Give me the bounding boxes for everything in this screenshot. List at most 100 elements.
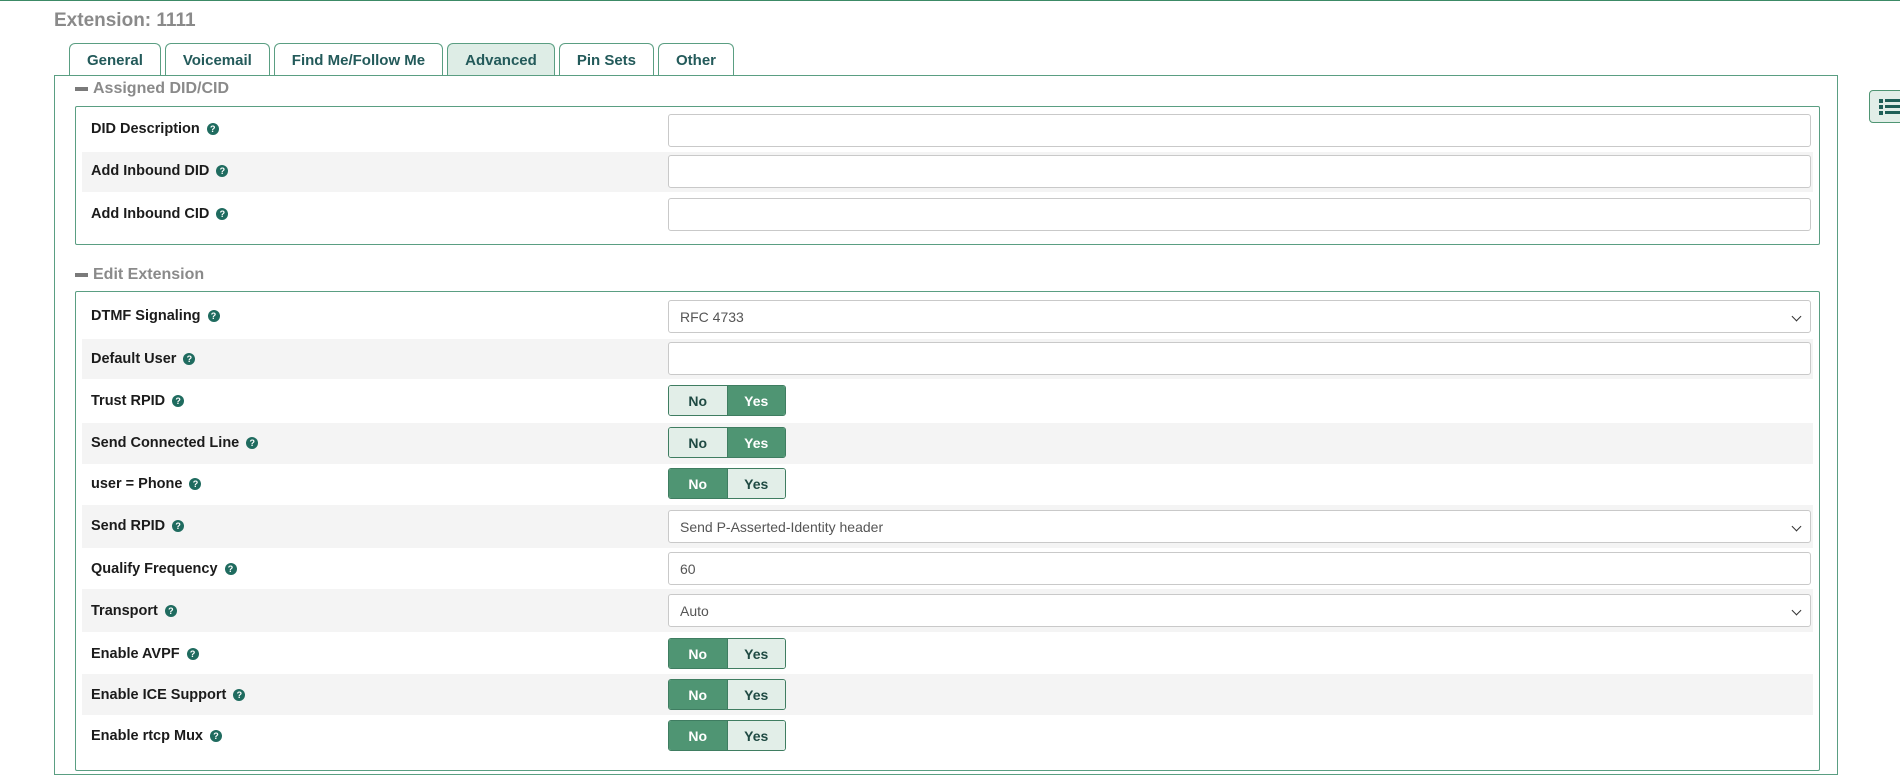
help-icon[interactable]: ? [216, 165, 229, 177]
field-label: DTMF Signaling ? [91, 308, 220, 324]
select-value: Send P-Asserted-Identity header [680, 518, 884, 535]
select-value: Auto [680, 602, 709, 619]
send-connected-line-toggle: No Yes [668, 427, 786, 458]
field-label: Send RPID ? [91, 518, 185, 534]
add-inbound-did-input[interactable] [668, 155, 1811, 188]
form-row: DTMF Signaling ? RFC 4733 [82, 296, 1813, 336]
send-rpid-select[interactable]: Send P-Asserted-Identity header [668, 510, 1811, 543]
enable-rtcp-mux-yes[interactable]: Yes [726, 721, 785, 750]
help-icon[interactable]: ? [246, 437, 259, 449]
floating-list-button[interactable] [1869, 90, 1900, 123]
label-text: Qualify Frequency [91, 561, 218, 577]
form-row: Enable AVPF ? No Yes [82, 632, 1813, 674]
tab-pin-sets[interactable]: Pin Sets [558, 43, 655, 76]
label-text: DTMF Signaling [91, 308, 201, 324]
help-icon[interactable]: ? [233, 689, 246, 701]
default-user-input[interactable] [668, 342, 1811, 375]
field-label: Transport ? [91, 603, 177, 619]
collapse-icon [75, 273, 88, 277]
help-icon[interactable]: ? [206, 123, 219, 135]
label-text: DID Description [91, 121, 200, 137]
label-text: user = Phone [91, 476, 183, 492]
label-text: Add Inbound CID [91, 206, 210, 222]
add-inbound-cid-input[interactable] [668, 198, 1811, 231]
field-label: Trust RPID ? [91, 393, 185, 409]
enable-avpf-yes[interactable]: Yes [726, 639, 785, 668]
send-connected-line-no[interactable]: No [669, 428, 727, 457]
enable-rtcp-mux-toggle: No Yes [668, 720, 786, 751]
help-icon[interactable]: ? [186, 648, 199, 660]
user-phone-no[interactable]: No [669, 469, 727, 498]
form-row: Add Inbound CID ? [82, 195, 1813, 235]
label-text: Send RPID [91, 518, 166, 534]
form-row: Enable ICE Support ? No Yes [82, 674, 1813, 715]
field-label: Default User ? [91, 351, 196, 367]
label-text: Default User [91, 351, 177, 367]
field-label: Enable AVPF ? [91, 646, 199, 662]
field-label: DID Description ? [91, 121, 219, 137]
form-row: Add Inbound DID ? [82, 152, 1813, 192]
trust-rpid-no[interactable]: No [669, 386, 727, 415]
user-phone-toggle: No Yes [668, 468, 786, 499]
enable-ice-toggle: No Yes [668, 679, 786, 710]
user-phone-yes[interactable]: Yes [726, 469, 785, 498]
tab-advanced[interactable]: Advanced [447, 43, 555, 76]
section-edit-extension: DTMF Signaling ? RFC 4733 Default User ?… [75, 291, 1820, 771]
field-label: Enable ICE Support ? [91, 687, 246, 703]
list-icon [1879, 98, 1900, 115]
help-icon[interactable]: ? [183, 353, 196, 365]
label-text: Add Inbound DID [91, 163, 210, 179]
form-row: Qualify Frequency ? 60 [82, 548, 1813, 589]
section-title: Edit Extension [93, 266, 205, 283]
tab-general[interactable]: General [69, 43, 161, 76]
enable-avpf-no[interactable]: No [669, 639, 727, 668]
page-title: Extension: 1111 [54, 10, 196, 31]
form-row: Send Connected Line ? No Yes [82, 423, 1813, 464]
help-icon[interactable]: ? [216, 208, 229, 220]
dtmf-signaling-select[interactable]: RFC 4733 [668, 300, 1811, 333]
form-row: Enable rtcp Mux ? No Yes [82, 715, 1813, 757]
help-icon[interactable]: ? [207, 310, 220, 322]
form-row: Default User ? [82, 339, 1813, 379]
top-border [0, 0, 1900, 1]
tab-other[interactable]: Other [658, 43, 735, 76]
did-description-input[interactable] [668, 114, 1811, 147]
help-icon[interactable]: ? [164, 605, 177, 617]
form-row: Send RPID ? Send P-Asserted-Identity hea… [82, 505, 1813, 548]
section-assigned-did: DID Description ? Add Inbound DID ? Add … [75, 106, 1820, 245]
label-text: Transport [91, 603, 158, 619]
help-icon[interactable]: ? [172, 520, 185, 532]
trust-rpid-yes[interactable]: Yes [726, 386, 785, 415]
help-icon[interactable]: ? [210, 730, 222, 742]
collapse-icon [75, 87, 88, 91]
help-icon[interactable]: ? [224, 563, 237, 575]
field-label: Enable rtcp Mux ? [91, 728, 222, 744]
help-icon[interactable]: ? [189, 478, 202, 490]
field-label: Add Inbound DID ? [91, 163, 229, 179]
send-connected-line-yes[interactable]: Yes [726, 428, 785, 457]
tab-bar: General Voicemail Find Me/Follow Me Adva… [69, 43, 735, 76]
enable-rtcp-mux-no[interactable]: No [669, 721, 727, 750]
help-icon[interactable]: ? [172, 395, 185, 407]
form-row: DID Description ? [82, 111, 1813, 149]
transport-select[interactable]: Auto [668, 594, 1811, 627]
enable-ice-yes[interactable]: Yes [726, 680, 785, 709]
field-label: user = Phone ? [91, 476, 202, 492]
enable-avpf-toggle: No Yes [668, 638, 786, 669]
qualify-frequency-input[interactable]: 60 [668, 552, 1811, 585]
select-value: RFC 4733 [680, 308, 744, 325]
label-text: Trust RPID [91, 393, 166, 409]
label-text: Enable rtcp Mux [91, 728, 203, 744]
label-text: Enable ICE Support [91, 687, 227, 703]
enable-ice-no[interactable]: No [669, 680, 727, 709]
label-text: Send Connected Line [91, 435, 240, 451]
section-title: Assigned DID/CID [93, 80, 230, 97]
section-toggle-assigned-did[interactable]: Assigned DID/CID [75, 80, 229, 98]
section-toggle-edit-extension[interactable]: Edit Extension [75, 266, 204, 284]
field-label: Add Inbound CID ? [91, 206, 229, 222]
tab-voicemail[interactable]: Voicemail [164, 43, 270, 76]
form-row: user = Phone ? No Yes [82, 464, 1813, 505]
label-text: Enable AVPF [91, 646, 180, 662]
field-label: Qualify Frequency ? [91, 561, 237, 577]
tab-find-me-follow-me[interactable]: Find Me/Follow Me [273, 43, 444, 76]
